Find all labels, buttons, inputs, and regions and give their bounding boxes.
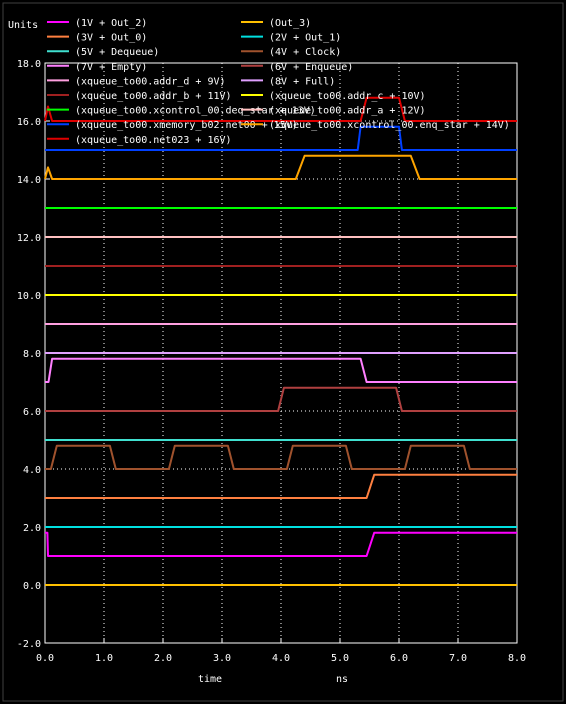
legend-label: (xqueue_to00.net023 + 16V): [75, 135, 232, 146]
legend-label: (6V + Enqueue): [269, 62, 353, 73]
y-tick-label: 16.0: [17, 117, 41, 128]
waveform-viewer: 0.0 1.0 2.0 3.0 4.0 5.0 6.0 7.0 8.0 -2.0 0.0 2.0 4.0…: [0, 0, 566, 704]
x-tick-label: 2.0: [154, 653, 172, 664]
legend-label: (5V + Dequeue): [75, 47, 159, 58]
x-tick-label: 1.0: [95, 653, 113, 664]
legend-label: (3V + Out_0): [75, 33, 147, 44]
y-unit-label: Units: [8, 20, 38, 31]
x-tick-label: 7.0: [449, 653, 467, 664]
x-tick-label: 5.0: [331, 653, 349, 664]
legend-label: (4V + Clock): [269, 47, 341, 58]
legend-label: (xqueue_to00.addr_c + 10V): [269, 91, 426, 102]
legend-label: (xqueue_to00.xmemory_b02.net00 + 15V): [75, 120, 298, 131]
y-tick-label: 14.0: [17, 175, 41, 186]
legend-label: (xqueue_to00.addr_a + 12V): [269, 106, 426, 117]
waveform-chart: 0.0 1.0 2.0 3.0 4.0 5.0 6.0 7.0 8.0 -2.0 0.0 2.0 4.0…: [2, 2, 564, 702]
legend-label: (7V + Empty): [75, 62, 147, 73]
legend-label: (2V + Out_1): [269, 33, 341, 44]
y-tick-label: 10.0: [17, 291, 41, 302]
y-tick-label: -2.0: [17, 639, 41, 650]
legend-label: (xqueue_to00.addr_b + 11V): [75, 91, 232, 102]
y-tick-label: 8.0: [23, 349, 41, 360]
legend-label: (1V + Out_2): [75, 18, 147, 29]
y-tick-label: 4.0: [23, 465, 41, 476]
y-tick-label: 0.0: [23, 581, 41, 592]
legend-label: (8V + Full): [269, 76, 335, 87]
x-tick-label: 6.0: [390, 653, 408, 664]
legend-label: (xqueue_to00.addr_d + 9V): [75, 76, 226, 87]
x-axis-label: time: [198, 674, 222, 685]
y-tick-label: 2.0: [23, 523, 41, 534]
y-tick-label: 12.0: [17, 233, 41, 244]
y-tick-label: 6.0: [23, 407, 41, 418]
y-tick-label: 18.0: [17, 59, 41, 70]
x-tick-label: 8.0: [508, 653, 526, 664]
x-unit-label: ns: [336, 674, 348, 685]
x-tick-label: 4.0: [272, 653, 290, 664]
x-tick-label: 0.0: [36, 653, 54, 664]
legend-label: (Out_3): [269, 18, 311, 29]
x-tick-label: 3.0: [213, 653, 231, 664]
legend-label: (xqueue_to00.xcontrol_00.enq_star + 14V): [269, 120, 510, 131]
